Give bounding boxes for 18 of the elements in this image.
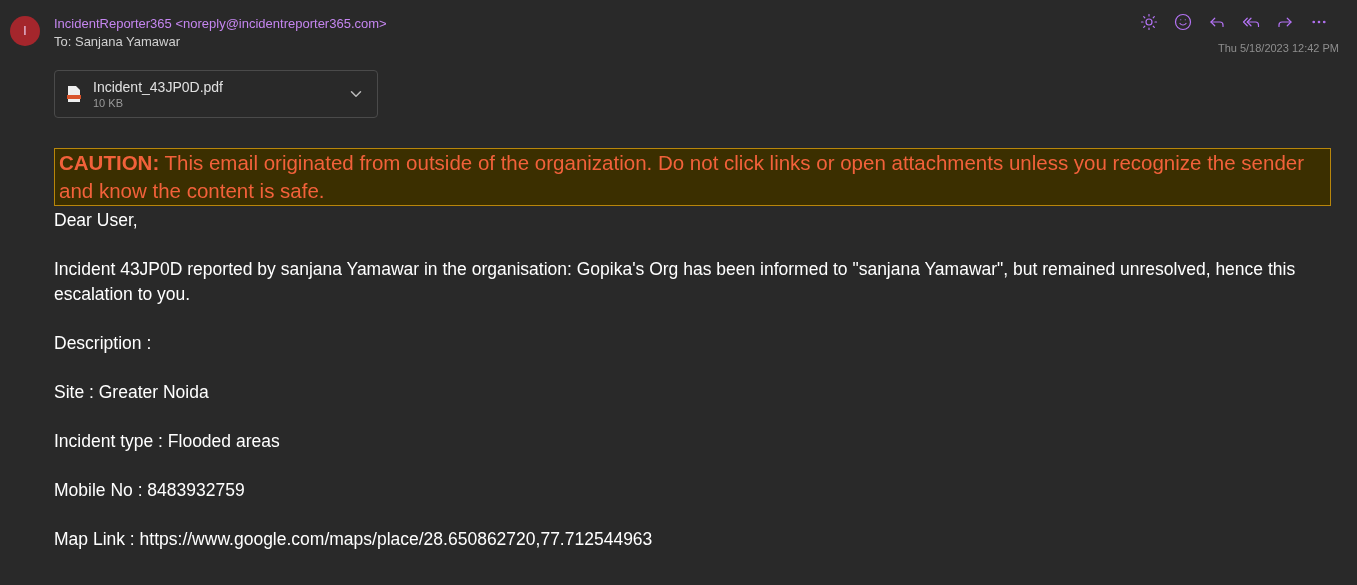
- body-paragraph: Incident 43JP0D reported by sanjana Yamawar in the organisation: Gopika's Org has been informed to "sanjana Yamawar", but remained unresolved, hence this escalation to you.: [54, 258, 1297, 306]
- pdf-file-icon: [67, 85, 81, 103]
- emoji-icon[interactable]: [1174, 13, 1192, 31]
- attachment-size: 10 KB: [93, 97, 124, 109]
- body-paragraph: Incident type : Flooded areas: [54, 430, 281, 453]
- attachment-name: Incident_43JP0D.pdf: [93, 79, 224, 95]
- sender[interactable]: IncidentReporter365 <noreply@incidentreporter365.com>: [54, 16, 1123, 31]
- body-paragraph: Dear User,: [54, 209, 139, 232]
- attachment[interactable]: Incident_43JP0D.pdf 10 KB: [54, 70, 378, 118]
- brightness-icon[interactable]: [1140, 13, 1158, 31]
- caution-banner: CAUTION: This email originated from outside of the organization. Do not click links or open attachments unless you recognize the sender and know the content is safe.: [54, 148, 1331, 206]
- body-paragraph: Mobile No : 8483932759: [54, 479, 246, 502]
- body-paragraph: Site : Greater Noida: [54, 381, 210, 404]
- body-paragraph: Description :: [54, 332, 153, 355]
- avatar: I: [10, 16, 40, 46]
- date: Thu 5/18/2023 12:42 PM: [1217, 42, 1339, 54]
- recipient: To: Sanjana Yamawar: [54, 34, 181, 49]
- body-paragraph: Map Link : https://www.google.com/maps/place/28.650862720,77.712544963: [54, 528, 654, 551]
